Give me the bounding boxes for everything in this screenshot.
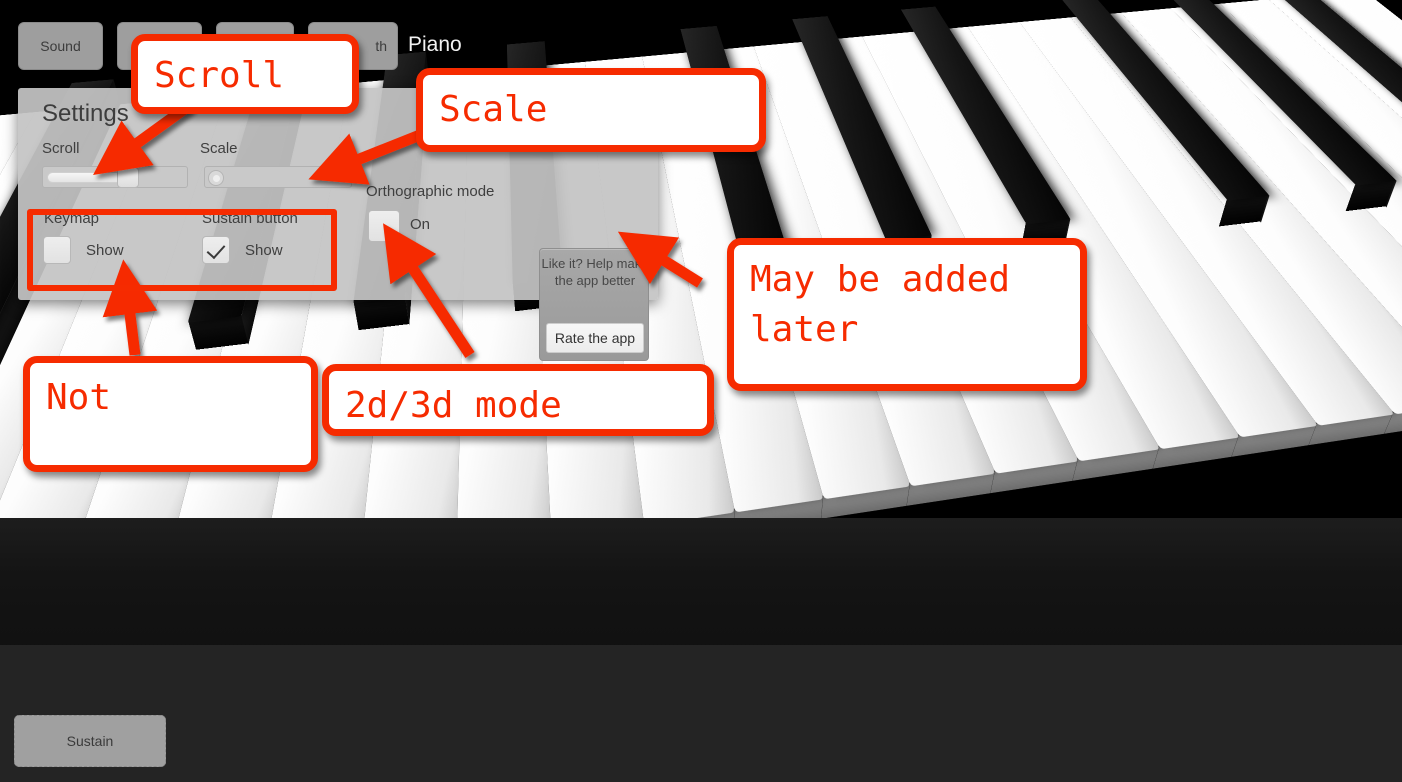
scale-slider-thumb[interactable] <box>208 170 224 186</box>
app-title: Piano <box>408 33 462 57</box>
callout-may-be-added-later: May be added later <box>727 238 1087 391</box>
bottom-bar: Sustain <box>0 645 1402 782</box>
sustain-button[interactable]: Sustain <box>14 715 166 767</box>
rate-the-app-button[interactable]: Rate the app <box>546 323 644 353</box>
orthographic-mode-label: Orthographic mode <box>366 183 494 200</box>
keyboard-floor-shadow <box>0 518 1402 660</box>
settings-title: Settings <box>42 100 129 128</box>
scale-slider[interactable] <box>204 166 352 188</box>
scale-label: Scale <box>200 140 238 157</box>
callout-not: Not <box>23 356 318 472</box>
rate-promo-text: Like it? Help make the app better <box>540 255 650 289</box>
orthographic-mode-on-label: On <box>410 216 430 233</box>
scroll-label: Scroll <box>42 140 80 157</box>
scroll-slider-thumb[interactable] <box>117 167 139 188</box>
scroll-slider-fill <box>47 172 125 183</box>
orthographic-mode-checkbox[interactable] <box>368 210 400 242</box>
callout-2d3d-mode: 2d/3d mode <box>322 364 714 436</box>
callout-scroll: Scroll <box>131 34 359 114</box>
app-root: Sustain Sound th Piano Settings Scroll S… <box>0 0 1402 782</box>
keymap-group-highlight <box>27 209 337 291</box>
toolbar-button-sound[interactable]: Sound <box>18 22 103 70</box>
rate-app-panel: Like it? Help make the app better Rate t… <box>539 248 649 361</box>
callout-scale: Scale <box>416 68 766 152</box>
scroll-slider[interactable] <box>42 166 188 188</box>
